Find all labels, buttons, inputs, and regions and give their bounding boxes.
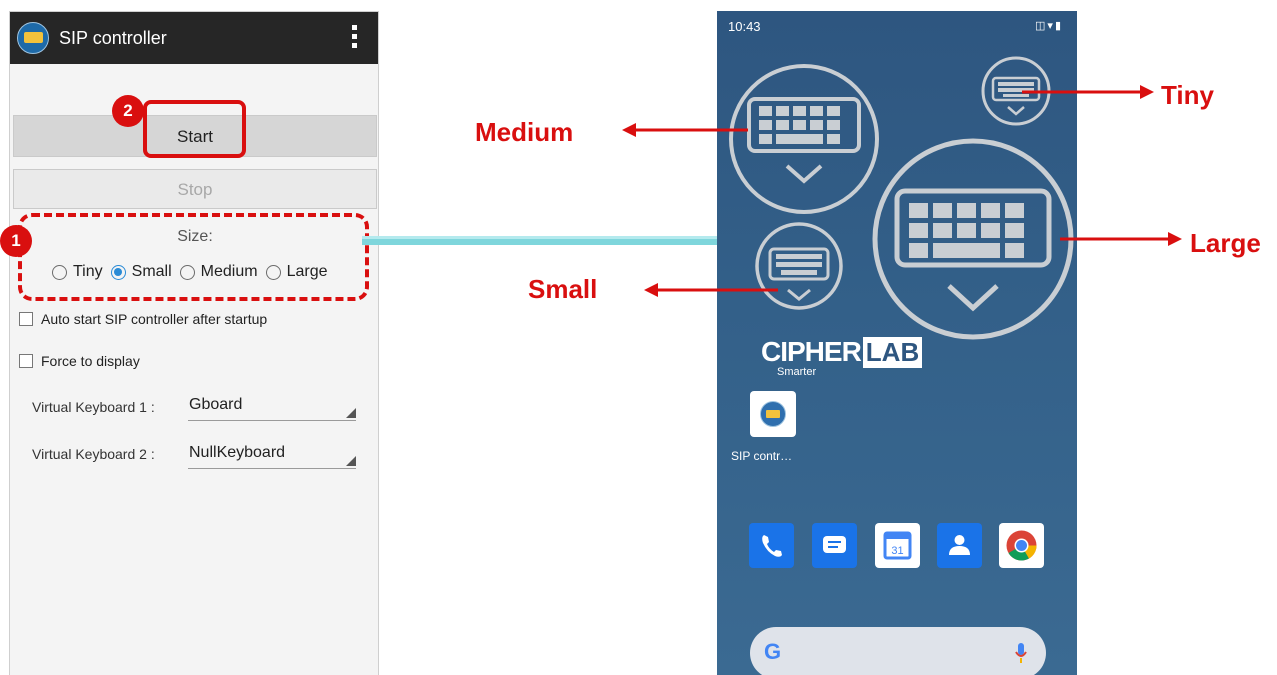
home-screen: 10:43 ◫▾▮ CIPHER LAB Smarter SIP contr… 3… [717, 11, 1077, 675]
status-icons: ◫▾▮ [1035, 19, 1063, 32]
vk2-label: Virtual Keyboard 2 : [32, 446, 155, 462]
vk2-dropdown[interactable]: NullKeyboard [188, 444, 356, 469]
force-display-checkbox[interactable] [19, 354, 33, 368]
messages-icon[interactable] [812, 523, 857, 568]
battery-icon: ▮ [1054, 20, 1063, 32]
contacts-icon[interactable] [937, 523, 982, 568]
google-logo: G [764, 639, 782, 664]
step-2-badge: 2 [112, 95, 144, 127]
brand-tagline: Smarter [777, 366, 817, 378]
vk1-label: Virtual Keyboard 1 : [32, 399, 155, 415]
label-tiny: Tiny [1161, 80, 1214, 110]
connector-arrow [362, 228, 748, 254]
wifi-icon: ▾ [1047, 20, 1055, 32]
overflow-menu-icon[interactable] [352, 25, 358, 51]
sip-bubble-large[interactable] [872, 138, 1074, 340]
calendar-icon[interactable]: 31 [875, 523, 920, 568]
label-small: Small [528, 274, 598, 304]
force-display-row[interactable]: Force to display [19, 352, 140, 370]
sip-controller-app-icon[interactable] [750, 391, 796, 437]
app-bar: SIP controller [10, 12, 378, 64]
step-1-badge: 1 [0, 225, 32, 257]
vk1-dropdown[interactable]: Gboard [188, 396, 356, 421]
sip-keyboard-icon [17, 22, 49, 54]
phone-icon[interactable] [749, 523, 794, 568]
vk2-value: NullKeyboard [189, 444, 286, 461]
calendar-day: 31 [891, 545, 903, 557]
dropdown-arrow-icon [346, 408, 356, 418]
sip-bubble-medium[interactable] [729, 64, 879, 214]
app-title: SIP controller [59, 28, 167, 48]
auto-start-checkbox[interactable] [19, 312, 33, 326]
auto-start-label: Auto start SIP controller after startup [41, 311, 268, 327]
sip-bubble-tiny[interactable] [981, 56, 1051, 126]
google-search-bar[interactable]: G [750, 627, 1046, 675]
force-display-label: Force to display [41, 353, 140, 369]
label-large: Large [1190, 228, 1261, 258]
vibrate-icon: ◫ [1035, 20, 1048, 32]
stop-button[interactable]: Stop [13, 169, 377, 209]
size-highlight-box [18, 213, 369, 301]
start-highlight-box [143, 100, 246, 158]
label-medium: Medium [475, 117, 574, 147]
mic-icon[interactable] [1014, 641, 1028, 665]
sip-bubble-small[interactable] [755, 222, 843, 310]
auto-start-row[interactable]: Auto start SIP controller after startup [19, 310, 267, 328]
chrome-icon[interactable] [999, 523, 1044, 568]
dropdown-arrow-icon [346, 456, 356, 466]
brand-lab: LAB [862, 337, 923, 368]
cipherlab-logo: CIPHER LAB Smarter [761, 336, 923, 378]
sip-controller-app-label[interactable]: SIP contr… [731, 449, 792, 463]
status-time: 10:43 [728, 19, 761, 34]
brand-main: CIPHER [761, 336, 862, 367]
vk1-value: Gboard [189, 396, 243, 413]
